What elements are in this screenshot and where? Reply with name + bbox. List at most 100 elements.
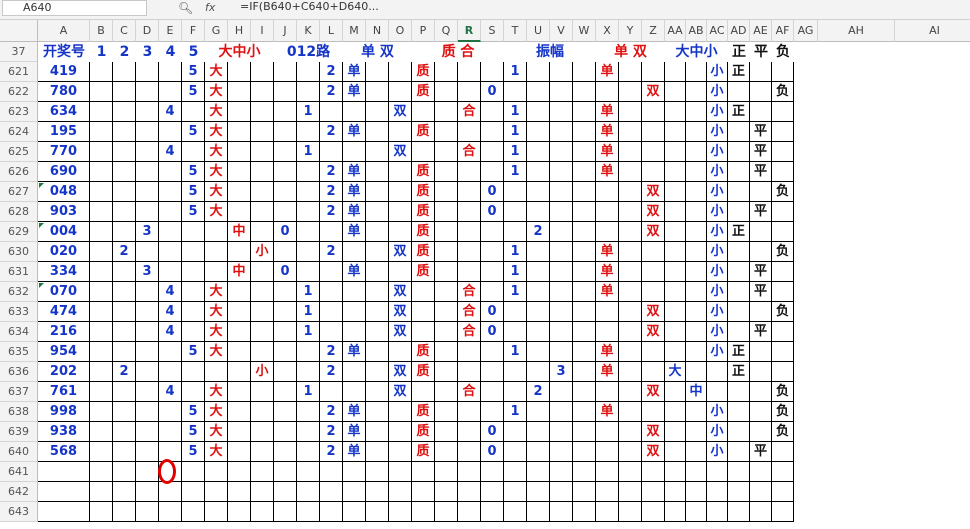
data-cell[interactable] — [274, 142, 297, 162]
data-cell[interactable]: 小 — [707, 402, 728, 422]
data-cell[interactable] — [366, 482, 389, 502]
data-cell[interactable]: 0 — [274, 262, 297, 282]
data-cell[interactable] — [750, 462, 772, 482]
data-cell[interactable] — [686, 182, 707, 202]
data-cell[interactable] — [297, 402, 320, 422]
data-cell[interactable]: 双 — [642, 442, 665, 462]
data-cell[interactable]: 大 — [205, 342, 228, 362]
data-cell[interactable] — [596, 502, 619, 522]
data-cell[interactable] — [458, 462, 481, 482]
data-cell[interactable]: 正 — [728, 222, 750, 242]
data-cell[interactable] — [527, 182, 550, 202]
data-cell[interactable] — [90, 142, 113, 162]
data-cell[interactable] — [389, 482, 412, 502]
data-cell[interactable]: 大 — [665, 362, 686, 382]
draw-number-cell[interactable]: 202 — [38, 362, 90, 382]
data-cell[interactable]: 大 — [205, 382, 228, 402]
data-cell[interactable]: 5 — [182, 342, 205, 362]
data-cell[interactable]: 0 — [481, 422, 504, 442]
data-cell[interactable] — [458, 502, 481, 522]
row-header[interactable]: 632 — [0, 282, 38, 302]
data-cell[interactable]: 2 — [320, 62, 343, 82]
data-cell[interactable]: 双 — [642, 382, 665, 402]
data-cell[interactable] — [504, 482, 527, 502]
data-cell[interactable] — [619, 322, 642, 342]
data-cell[interactable] — [136, 442, 159, 462]
data-cell[interactable] — [90, 222, 113, 242]
data-cell[interactable] — [90, 382, 113, 402]
data-cell[interactable] — [573, 122, 596, 142]
row-header[interactable]: 639 — [0, 422, 38, 442]
data-cell[interactable] — [481, 282, 504, 302]
column-header[interactable]: U — [527, 20, 550, 42]
data-cell[interactable] — [136, 102, 159, 122]
data-cell[interactable]: 单 — [343, 342, 366, 362]
data-cell[interactable] — [113, 342, 136, 362]
data-cell[interactable] — [182, 382, 205, 402]
data-cell[interactable] — [686, 282, 707, 302]
draw-number-cell[interactable]: 761 — [38, 382, 90, 402]
data-cell[interactable] — [228, 62, 251, 82]
data-cell[interactable] — [297, 342, 320, 362]
data-cell[interactable]: 小 — [707, 342, 728, 362]
draw-number-cell[interactable]: 048 — [38, 182, 90, 202]
data-cell[interactable] — [274, 202, 297, 222]
data-cell[interactable] — [550, 102, 573, 122]
data-cell[interactable] — [642, 62, 665, 82]
data-cell[interactable]: 小 — [707, 62, 728, 82]
data-cell[interactable] — [728, 182, 750, 202]
column-header[interactable]: W — [573, 20, 596, 42]
data-cell[interactable] — [343, 142, 366, 162]
data-cell[interactable] — [750, 62, 772, 82]
data-cell[interactable] — [665, 322, 686, 342]
data-cell[interactable] — [136, 502, 159, 522]
data-cell[interactable] — [251, 82, 274, 102]
data-cell[interactable] — [481, 402, 504, 422]
data-cell[interactable]: 2 — [320, 402, 343, 422]
data-cell[interactable] — [90, 102, 113, 122]
data-cell[interactable] — [596, 202, 619, 222]
data-cell[interactable] — [182, 502, 205, 522]
data-cell[interactable] — [550, 182, 573, 202]
data-cell[interactable] — [665, 142, 686, 162]
data-cell[interactable] — [90, 482, 113, 502]
data-cell[interactable]: 双 — [389, 282, 412, 302]
data-cell[interactable]: 小 — [707, 142, 728, 162]
data-cell[interactable] — [320, 302, 343, 322]
data-cell[interactable] — [320, 462, 343, 482]
data-cell[interactable] — [159, 422, 182, 442]
data-cell[interactable] — [550, 222, 573, 242]
data-cell[interactable] — [728, 142, 750, 162]
data-cell[interactable] — [550, 302, 573, 322]
data-cell[interactable] — [159, 482, 182, 502]
data-cell[interactable] — [412, 322, 435, 342]
data-cell[interactable]: 1 — [504, 62, 527, 82]
data-cell[interactable]: 小 — [707, 202, 728, 222]
data-cell[interactable] — [550, 322, 573, 342]
data-cell[interactable]: 小 — [707, 122, 728, 142]
data-cell[interactable] — [665, 482, 686, 502]
data-cell[interactable] — [366, 142, 389, 162]
select-all-corner[interactable] — [0, 20, 38, 42]
data-cell[interactable]: 合 — [458, 382, 481, 402]
data-cell[interactable] — [458, 442, 481, 462]
data-cell[interactable] — [458, 222, 481, 242]
data-cell[interactable] — [504, 222, 527, 242]
column-header[interactable]: C — [113, 20, 136, 42]
data-cell[interactable]: 质 — [412, 222, 435, 242]
data-cell[interactable] — [159, 402, 182, 422]
data-cell[interactable]: 4 — [159, 322, 182, 342]
data-cell[interactable] — [113, 262, 136, 282]
draw-number-cell[interactable]: 419 — [38, 62, 90, 82]
data-cell[interactable] — [458, 182, 481, 202]
data-cell[interactable] — [320, 222, 343, 242]
data-cell[interactable] — [366, 342, 389, 362]
spreadsheet-grid[interactable]: A B C D E F G H I J K L M N O P Q R S T U V W X Y Z AA AB AC AD AE AF AG… — [0, 0, 970, 529]
data-cell[interactable] — [274, 382, 297, 402]
data-cell[interactable]: 1 — [504, 262, 527, 282]
data-cell[interactable] — [458, 362, 481, 382]
data-cell[interactable] — [435, 282, 458, 302]
data-cell[interactable] — [366, 402, 389, 422]
data-cell[interactable] — [619, 262, 642, 282]
data-cell[interactable] — [320, 502, 343, 522]
